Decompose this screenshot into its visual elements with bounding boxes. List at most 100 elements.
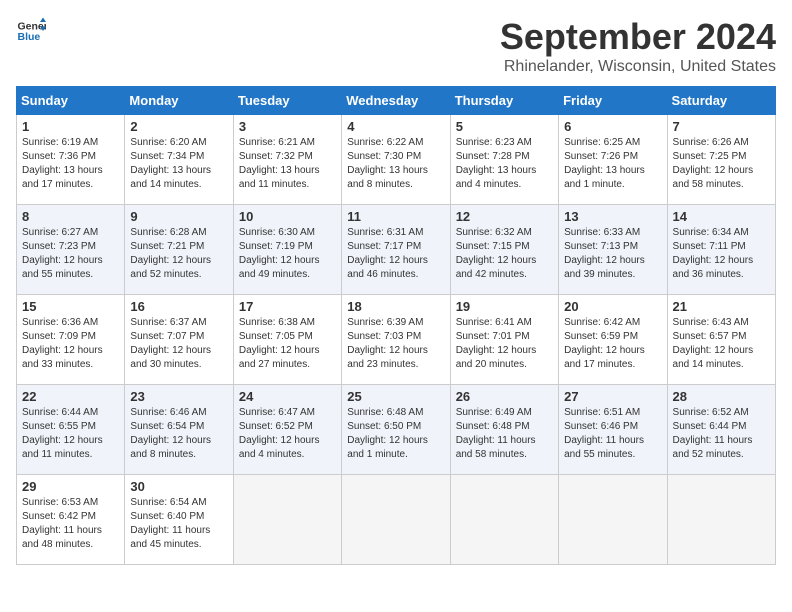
calendar-cell: 9 Sunrise: 6:28 AM Sunset: 7:21 PM Daylig… — [125, 205, 233, 295]
header: General Blue September 2024 Rhinelander,… — [16, 16, 776, 76]
calendar-cell: 22Sunrise: 6:44 AM Sunset: 6:55 PM Dayli… — [17, 385, 125, 475]
calendar-cell: 30 Sunrise: 6:54 AM Sunset: 6:40 PM Dayli… — [125, 475, 233, 565]
day-info: Sunrise: 6:36 AM Sunset: 7:09 PM Dayligh… — [22, 316, 119, 372]
calendar-cell: 10 Sunrise: 6:30 AM Sunset: 7:19 PM Dayli… — [233, 205, 341, 295]
day-number: 6 — [564, 119, 661, 134]
day-info: Sunrise: 6:46 AM Sunset: 6:54 PM Dayligh… — [130, 406, 227, 462]
day-number: 17 — [239, 299, 336, 314]
calendar-cell: 15Sunrise: 6:36 AM Sunset: 7:09 PM Dayli… — [17, 295, 125, 385]
calendar-week-row: 1 Sunrise: 6:19 AM Sunset: 7:36 PM Daylig… — [17, 115, 776, 205]
day-info: Sunrise: 6:52 AM Sunset: 6:44 PM Dayligh… — [673, 406, 770, 462]
weekday-header: Sunday — [17, 87, 125, 115]
weekday-header: Saturday — [667, 87, 775, 115]
calendar-cell: 20 Sunrise: 6:42 AM Sunset: 6:59 PM Dayli… — [559, 295, 667, 385]
day-info: Sunrise: 6:26 AM Sunset: 7:25 PM Dayligh… — [673, 136, 770, 192]
day-info: Sunrise: 6:30 AM Sunset: 7:19 PM Dayligh… — [239, 226, 336, 282]
calendar-cell: 3Sunrise: 6:21 AM Sunset: 7:32 PM Daylig… — [233, 115, 341, 205]
calendar-table: SundayMondayTuesdayWednesdayThursdayFrid… — [16, 86, 776, 565]
day-number: 4 — [347, 119, 444, 134]
day-number: 28 — [673, 389, 770, 404]
day-number: 9 — [130, 209, 227, 224]
calendar-cell: 25 Sunrise: 6:48 AM Sunset: 6:50 PM Dayli… — [342, 385, 450, 475]
calendar-week-row: 22Sunrise: 6:44 AM Sunset: 6:55 PM Dayli… — [17, 385, 776, 475]
day-number: 12 — [456, 209, 553, 224]
day-number: 5 — [456, 119, 553, 134]
calendar-cell: 2 Sunrise: 6:20 AM Sunset: 7:34 PM Daylig… — [125, 115, 233, 205]
day-info: Sunrise: 6:38 AM Sunset: 7:05 PM Dayligh… — [239, 316, 336, 372]
month-title: September 2024 — [500, 16, 776, 58]
calendar-cell: 28 Sunrise: 6:52 AM Sunset: 6:44 PM Dayli… — [667, 385, 775, 475]
location-title: Rhinelander, Wisconsin, United States — [500, 58, 776, 76]
day-info: Sunrise: 6:49 AM Sunset: 6:48 PM Dayligh… — [456, 406, 553, 462]
day-info: Sunrise: 6:54 AM Sunset: 6:40 PM Dayligh… — [130, 496, 227, 552]
day-number: 2 — [130, 119, 227, 134]
day-number: 1 — [22, 119, 119, 134]
weekday-header-row: SundayMondayTuesdayWednesdayThursdayFrid… — [17, 87, 776, 115]
day-info: Sunrise: 6:41 AM Sunset: 7:01 PM Dayligh… — [456, 316, 553, 372]
day-number: 11 — [347, 209, 444, 224]
weekday-header: Tuesday — [233, 87, 341, 115]
weekday-header: Friday — [559, 87, 667, 115]
calendar-cell: 21 Sunrise: 6:43 AM Sunset: 6:57 PM Dayli… — [667, 295, 775, 385]
calendar-cell: 16Sunrise: 6:37 AM Sunset: 7:07 PM Dayli… — [125, 295, 233, 385]
day-info: Sunrise: 6:43 AM Sunset: 6:57 PM Dayligh… — [673, 316, 770, 372]
calendar-cell: 14Sunrise: 6:34 AM Sunset: 7:11 PM Dayli… — [667, 205, 775, 295]
calendar-cell — [233, 475, 341, 565]
calendar-cell: 13 Sunrise: 6:33 AM Sunset: 7:13 PM Dayli… — [559, 205, 667, 295]
day-number: 18 — [347, 299, 444, 314]
day-info: Sunrise: 6:22 AM Sunset: 7:30 PM Dayligh… — [347, 136, 444, 192]
day-number: 21 — [673, 299, 770, 314]
calendar-week-row: 29Sunrise: 6:53 AM Sunset: 6:42 PM Dayli… — [17, 475, 776, 565]
day-info: Sunrise: 6:34 AM Sunset: 7:11 PM Dayligh… — [673, 226, 770, 282]
day-info: Sunrise: 6:32 AM Sunset: 7:15 PM Dayligh… — [456, 226, 553, 282]
calendar-week-row: 8 Sunrise: 6:27 AM Sunset: 7:23 PM Daylig… — [17, 205, 776, 295]
day-info: Sunrise: 6:25 AM Sunset: 7:26 PM Dayligh… — [564, 136, 661, 192]
day-info: Sunrise: 6:23 AM Sunset: 7:28 PM Dayligh… — [456, 136, 553, 192]
day-info: Sunrise: 6:31 AM Sunset: 7:17 PM Dayligh… — [347, 226, 444, 282]
day-info: Sunrise: 6:33 AM Sunset: 7:13 PM Dayligh… — [564, 226, 661, 282]
calendar-cell: 29Sunrise: 6:53 AM Sunset: 6:42 PM Dayli… — [17, 475, 125, 565]
day-info: Sunrise: 6:48 AM Sunset: 6:50 PM Dayligh… — [347, 406, 444, 462]
logo: General Blue — [16, 16, 46, 46]
calendar-cell: 11 Sunrise: 6:31 AM Sunset: 7:17 PM Dayli… — [342, 205, 450, 295]
day-number: 29 — [22, 479, 119, 494]
calendar-cell: 27Sunrise: 6:51 AM Sunset: 6:46 PM Dayli… — [559, 385, 667, 475]
day-info: Sunrise: 6:28 AM Sunset: 7:21 PM Dayligh… — [130, 226, 227, 282]
weekday-header: Monday — [125, 87, 233, 115]
day-number: 13 — [564, 209, 661, 224]
day-number: 30 — [130, 479, 227, 494]
calendar-cell: 8 Sunrise: 6:27 AM Sunset: 7:23 PM Daylig… — [17, 205, 125, 295]
day-number: 23 — [130, 389, 227, 404]
day-number: 25 — [347, 389, 444, 404]
day-info: Sunrise: 6:21 AM Sunset: 7:32 PM Dayligh… — [239, 136, 336, 192]
day-number: 16 — [130, 299, 227, 314]
day-number: 7 — [673, 119, 770, 134]
day-info: Sunrise: 6:42 AM Sunset: 6:59 PM Dayligh… — [564, 316, 661, 372]
day-number: 22 — [22, 389, 119, 404]
calendar-cell: 6 Sunrise: 6:25 AM Sunset: 7:26 PM Daylig… — [559, 115, 667, 205]
weekday-header: Wednesday — [342, 87, 450, 115]
calendar-cell: 12 Sunrise: 6:32 AM Sunset: 7:15 PM Dayli… — [450, 205, 558, 295]
svg-text:Blue: Blue — [18, 31, 41, 43]
weekday-header: Thursday — [450, 87, 558, 115]
day-info: Sunrise: 6:27 AM Sunset: 7:23 PM Dayligh… — [22, 226, 119, 282]
calendar-cell: 18 Sunrise: 6:39 AM Sunset: 7:03 PM Dayli… — [342, 295, 450, 385]
day-info: Sunrise: 6:47 AM Sunset: 6:52 PM Dayligh… — [239, 406, 336, 462]
day-number: 10 — [239, 209, 336, 224]
day-info: Sunrise: 6:39 AM Sunset: 7:03 PM Dayligh… — [347, 316, 444, 372]
calendar-cell: 26Sunrise: 6:49 AM Sunset: 6:48 PM Dayli… — [450, 385, 558, 475]
calendar-week-row: 15Sunrise: 6:36 AM Sunset: 7:09 PM Dayli… — [17, 295, 776, 385]
day-number: 20 — [564, 299, 661, 314]
day-number: 27 — [564, 389, 661, 404]
calendar-cell: 7 Sunrise: 6:26 AM Sunset: 7:25 PM Daylig… — [667, 115, 775, 205]
day-info: Sunrise: 6:20 AM Sunset: 7:34 PM Dayligh… — [130, 136, 227, 192]
calendar-cell — [559, 475, 667, 565]
calendar-cell — [667, 475, 775, 565]
logo-icon: General Blue — [16, 16, 46, 46]
title-block: September 2024 Rhinelander, Wisconsin, U… — [500, 16, 776, 76]
calendar-cell: 23 Sunrise: 6:46 AM Sunset: 6:54 PM Dayli… — [125, 385, 233, 475]
day-number: 8 — [22, 209, 119, 224]
day-number: 24 — [239, 389, 336, 404]
calendar-cell — [342, 475, 450, 565]
day-info: Sunrise: 6:19 AM Sunset: 7:36 PM Dayligh… — [22, 136, 119, 192]
